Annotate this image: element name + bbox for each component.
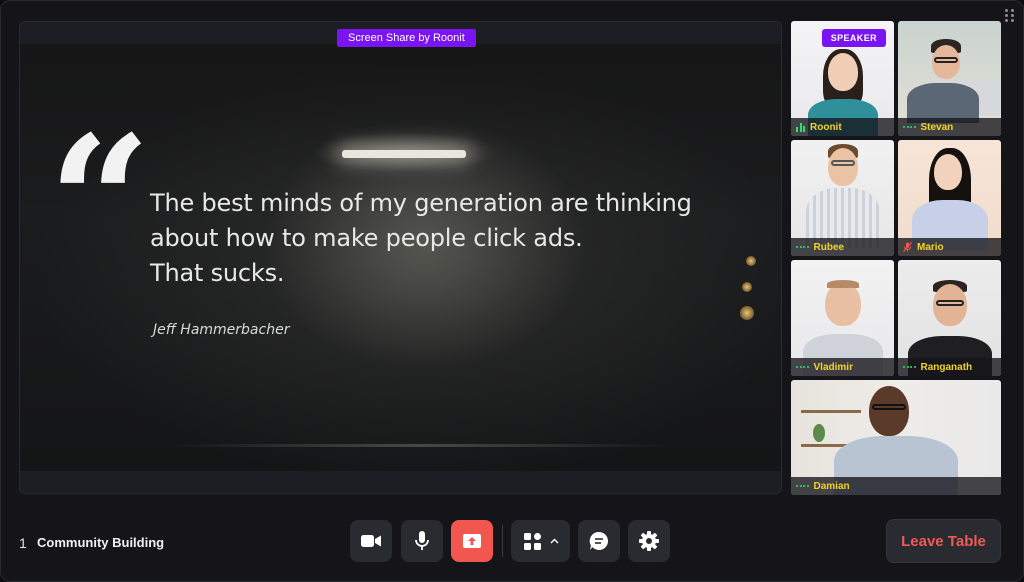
share-bottom-bar [20,471,781,493]
participant-tile[interactable]: Rubee [791,140,894,256]
participant-name-bar: Rubee [791,238,894,256]
camera-button[interactable] [350,520,392,562]
participant-name: Rubee [813,241,845,253]
participant-tile[interactable]: Vladimir [791,260,894,376]
participant-name: Ranganath [920,361,973,373]
participant-name-bar: Vladimir [791,358,894,376]
shelf-in-video [801,410,861,413]
participant-video [869,386,909,436]
participant-video [934,154,962,190]
plant-in-video [813,424,825,442]
quote-mark: “ [48,97,152,308]
participant-tile[interactable]: Ranganath [898,260,1001,376]
participant-tile[interactable]: Damian [791,380,1001,495]
participant-name-bar: Mario [898,238,1001,256]
chat-icon [589,531,609,550]
speaker-badge: SPEAKER [821,29,886,47]
participant-video [827,148,858,186]
slide-candle-light [746,256,756,266]
video-conference-window: “ The best minds of my generation are th… [0,0,1024,582]
participant-name-bar: Damian [791,477,1001,495]
screen-share-icon [463,534,481,548]
chevron-up-icon [550,538,559,544]
microphone-button[interactable] [401,520,443,562]
participant-tile[interactable]: Stevan [898,21,1001,136]
slide-quote-text: The best minds of my generation are thin… [150,189,692,287]
screen-share-button[interactable] [451,520,493,562]
slide-floor-line [170,444,670,447]
participant-name-bar: Stevan [898,118,1001,136]
slide-candle-light [740,306,754,320]
participant-name: Stevan [920,121,954,133]
mic-off-icon [903,242,912,252]
participant-name: Roonit [810,121,842,133]
audio-level-icon [796,485,809,487]
screen-share-badge: Screen Share by Roonit [337,29,476,47]
participant-name: Damian [813,480,850,492]
participant-name: Vladimir [813,361,853,373]
chat-button[interactable] [578,520,620,562]
leave-table-button[interactable]: Leave Table [886,519,1001,563]
camera-icon [361,535,381,547]
layout-grid-icon [524,532,541,550]
audio-level-icon [903,126,916,128]
table-name: Community Building [37,535,165,550]
toolbar-divider [502,525,503,557]
participant-video [824,282,861,326]
participant-name: Mario [917,241,944,253]
settings-button[interactable] [628,520,670,562]
layout-button[interactable] [511,520,570,562]
participant-name-bar: Ranganath [898,358,1001,376]
microphone-icon [415,531,429,550]
participant-tile[interactable]: SPEAKER Roonit [791,21,894,136]
audio-level-icon [796,122,805,132]
table-number: 1 [19,535,27,551]
audio-level-icon [903,366,916,368]
participant-name-bar: Roonit [791,118,894,136]
drag-handle-icon[interactable] [1005,9,1015,22]
settings-icon [639,531,659,551]
participant-tile[interactable]: Mario [898,140,1001,256]
shared-slide: “ The best minds of my generation are th… [20,44,781,471]
screen-share-panel: “ The best minds of my generation are th… [19,21,782,494]
audio-level-icon [796,366,809,368]
slide-candle-light [742,282,752,292]
slide-quote-author: Jeff Hammerbacher [153,322,290,338]
slide-lamp [342,150,466,158]
audio-level-icon [796,246,809,248]
